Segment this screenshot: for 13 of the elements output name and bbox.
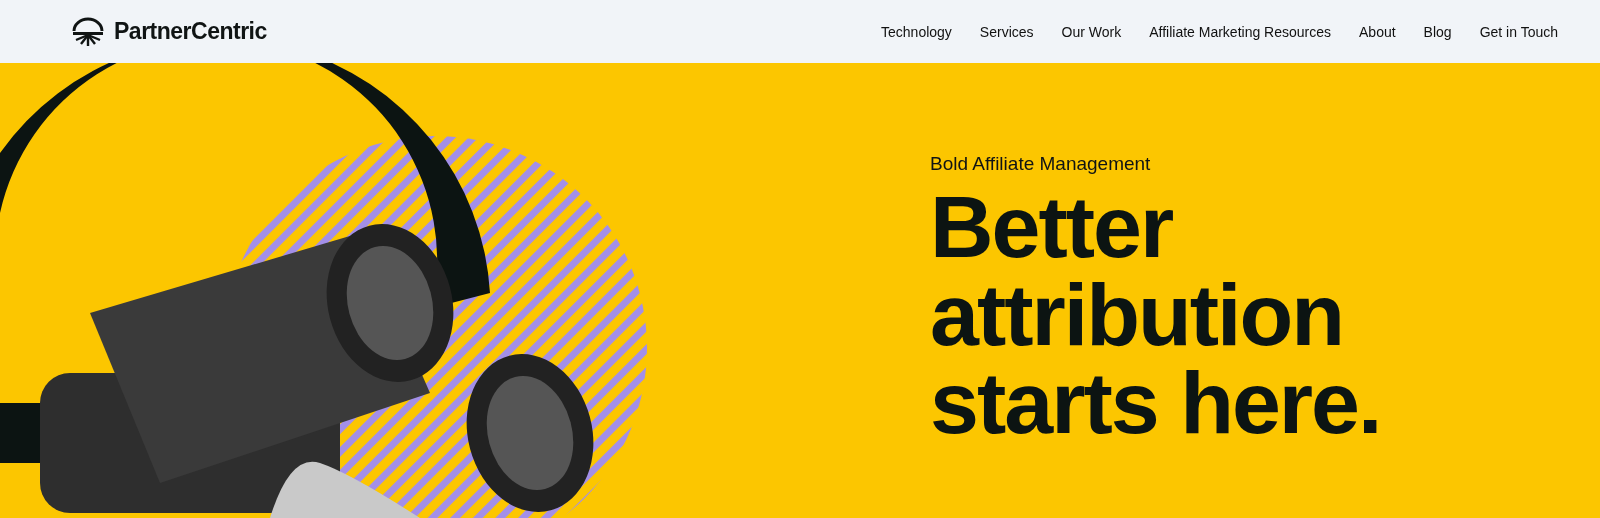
logo-icon	[72, 16, 104, 47]
eyebrow-text: Bold Affiliate Management	[930, 153, 1152, 175]
headline-line: starts here.	[930, 359, 1381, 447]
nav-link[interactable]: Services	[979, 23, 1034, 40]
nav-link[interactable]: About	[1359, 23, 1396, 40]
nav-link[interactable]: Blog	[1423, 23, 1452, 40]
headline-line: attribution	[930, 271, 1344, 359]
logo-text[interactable]: PartnerCentric	[114, 18, 267, 45]
nav-link[interactable]: Technology	[881, 23, 952, 40]
headline-line: Better	[930, 183, 1174, 271]
nav-link[interactable]: Affiliate Marketing Resources	[1149, 23, 1331, 40]
nav-link[interactable]: Our Work	[1061, 23, 1122, 40]
nav-link[interactable]: Get in Touch	[1479, 23, 1558, 40]
